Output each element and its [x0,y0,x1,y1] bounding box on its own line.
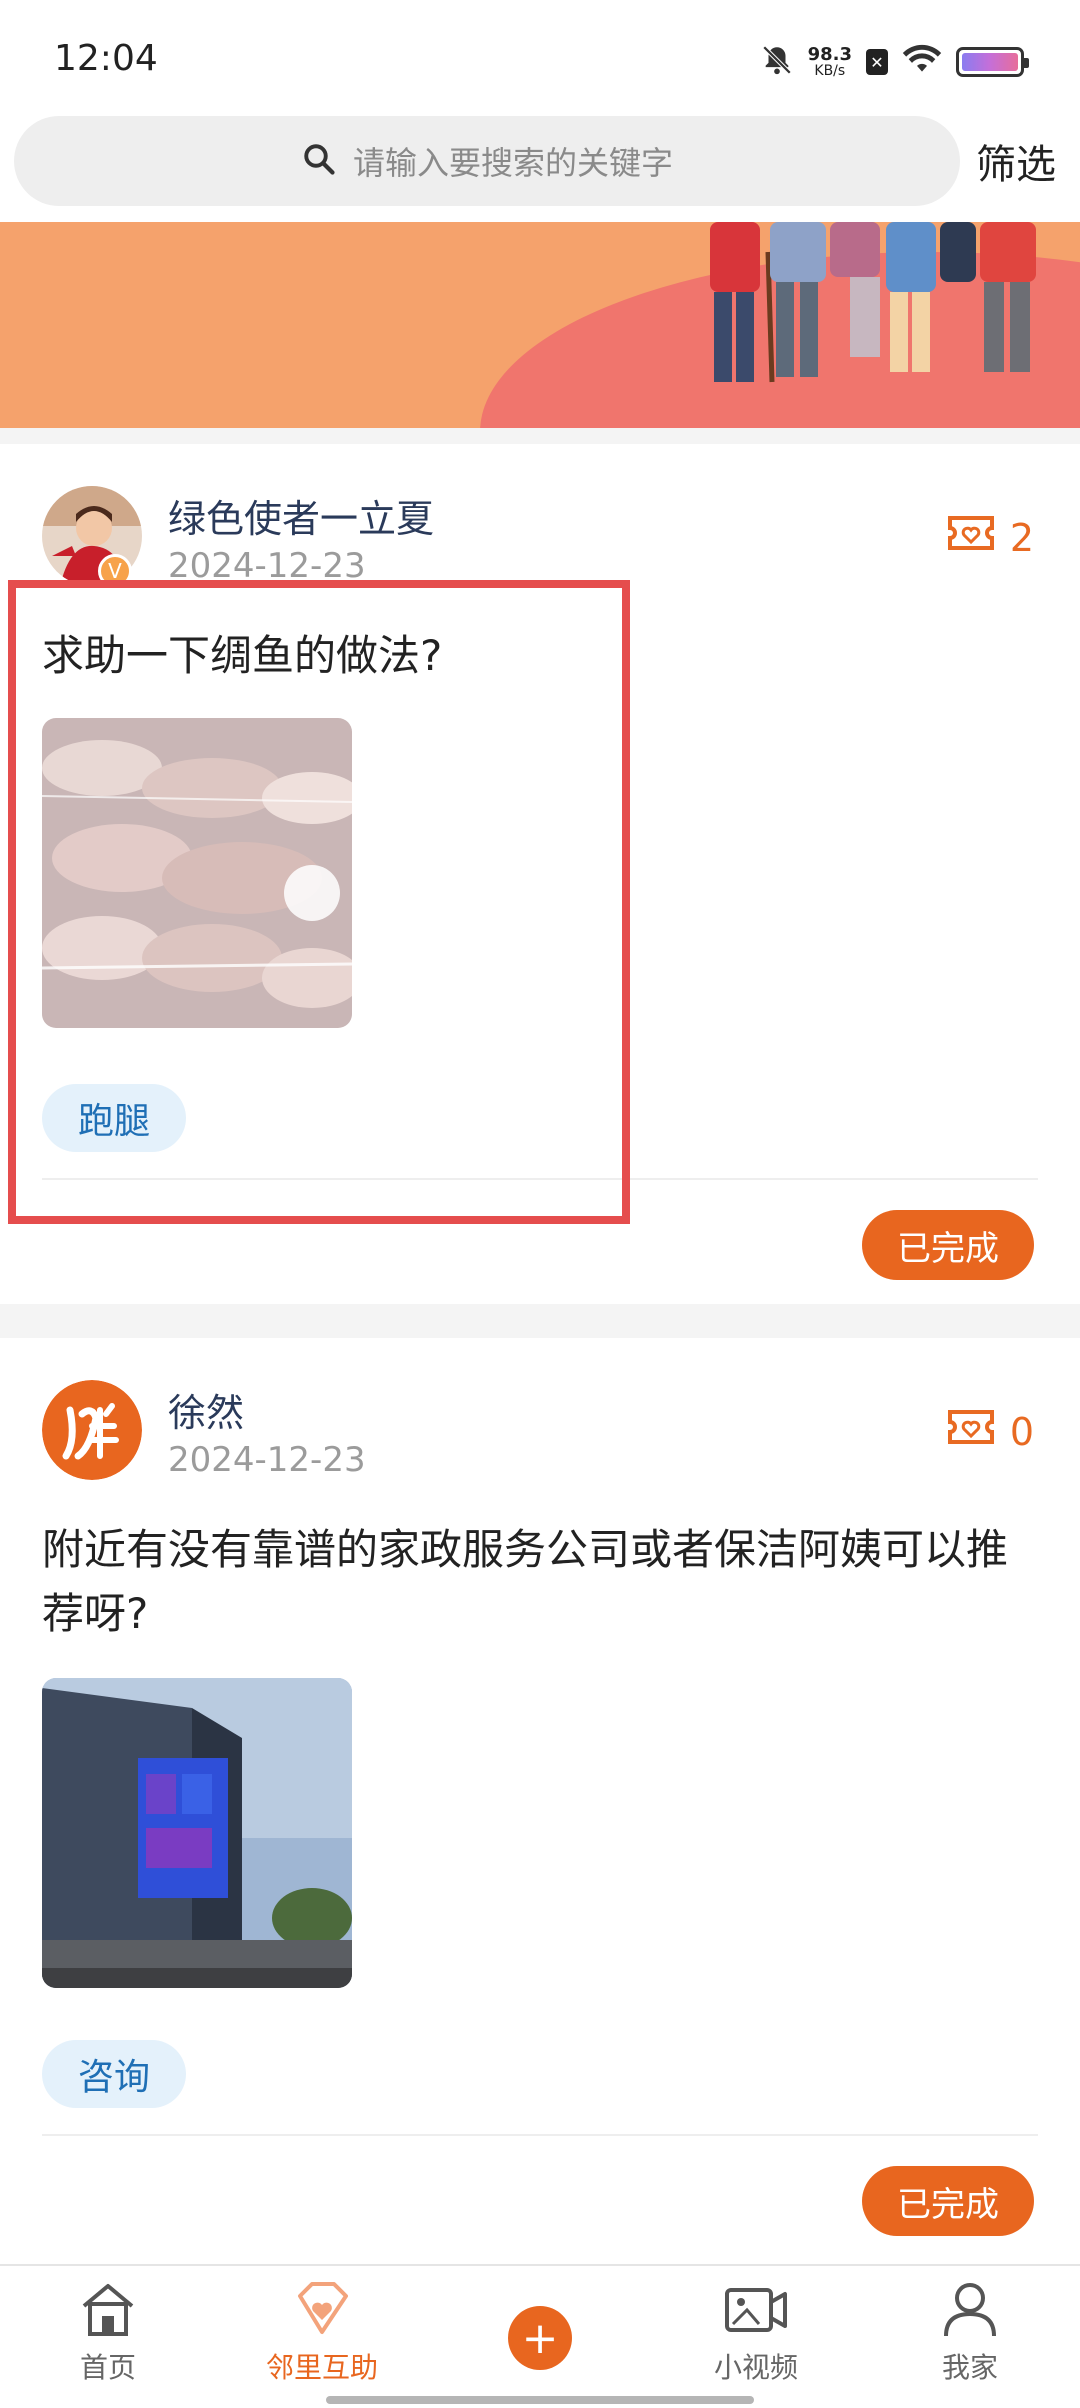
filter-button[interactable]: 筛选 [976,132,1056,190]
home-icon [78,2280,138,2342]
reward-count: 2 [1009,515,1034,560]
status-button[interactable]: 已完成 [862,1210,1034,1280]
status-button[interactable]: 已完成 [862,2166,1034,2236]
status-time: 12:04 [54,38,158,79]
post-image[interactable] [42,1678,352,1988]
tag[interactable]: 咨询 [42,2040,187,2108]
post-card[interactable]: 徐然 2024-12-23 0 附近有没有靠谱的家政服务公司或者保洁阿姨可以推荐… [0,1338,1080,2270]
battery-icon [956,47,1029,77]
nav-item-short-video[interactable]: 小视频 [666,2280,846,2386]
nav-item-neighbor-help[interactable]: 邻里互助 [232,2280,412,2386]
nav-label: 我家 [941,2351,998,2384]
avatar[interactable] [42,1380,142,1480]
nav-label: 邻里互助 [265,2351,378,2384]
video-icon [723,2280,789,2342]
page: 12:04 98.3 KB/s ✕ 请输入要搜索的关键字 筛选 V 绿色使者一立… [0,0,1080,2408]
reward: 2 [946,514,1034,561]
mute-bell-icon [760,43,794,81]
search-bar: 请输入要搜索的关键字 筛选 [0,110,1080,222]
search-icon [301,141,337,181]
home-indicator[interactable] [326,2396,754,2404]
net-speed: 98.3 KB/s [807,44,852,79]
net-speed-value: 98.3 [807,44,852,65]
highlight-box [8,580,630,1224]
nav-item-home[interactable]: 首页 [18,2280,198,2386]
nav-label: 小视频 [713,2351,798,2384]
bottom-nav: 首页 邻里互助 + 小视频 我家 [0,2264,1080,2408]
net-speed-unit: KB/s [814,63,846,79]
wifi-icon [902,44,942,80]
ticket-heart-icon [946,514,996,561]
banner-illustration [710,222,1036,383]
reward-count: 0 [1009,1409,1034,1454]
add-post-button[interactable]: + [508,2306,572,2370]
nav-item-my-home[interactable]: 我家 [880,2280,1060,2386]
post-date: 2024-12-23 [168,1440,366,1480]
plus-icon: + [521,2312,559,2364]
divider [42,2134,1038,2136]
status-bar: 12:04 98.3 KB/s ✕ [0,0,1080,110]
person-icon [940,2280,1000,2342]
nav-label: 首页 [79,2351,136,2384]
status-icons: 98.3 KB/s ✕ [760,38,1029,86]
banner[interactable] [0,222,1080,428]
ticket-heart-icon [946,1408,996,1455]
post-title[interactable]: 附近有没有靠谱的家政服务公司或者保洁阿姨可以推荐呀? [42,1518,1042,1646]
sim-x-icon: ✕ [866,49,888,75]
diamond-heart-icon [290,2280,354,2342]
search-input[interactable]: 请输入要搜索的关键字 [14,116,960,206]
username[interactable]: 徐然 [168,1382,244,1437]
search-placeholder: 请输入要搜索的关键字 [352,144,673,182]
username[interactable]: 绿色使者一立夏 [168,488,434,543]
reward: 0 [946,1408,1034,1455]
